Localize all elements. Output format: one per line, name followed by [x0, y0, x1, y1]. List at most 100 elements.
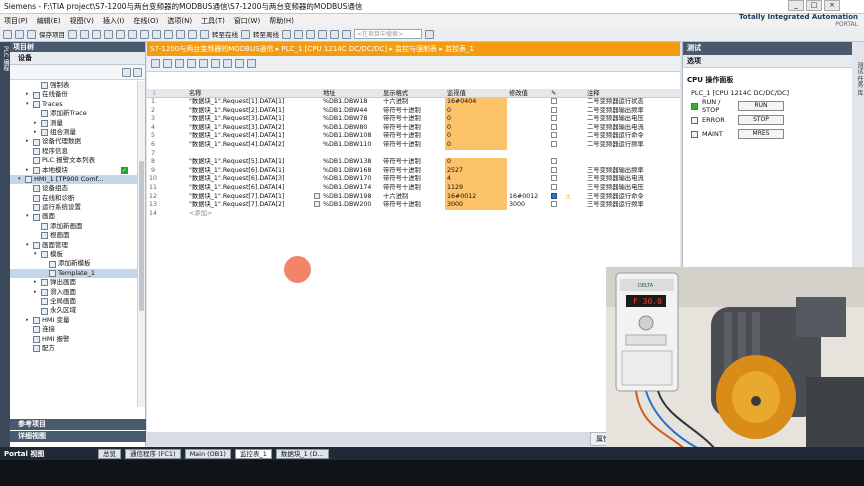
modify-checkbox[interactable] — [551, 98, 557, 104]
menu-item-7[interactable]: 窗口(W) — [234, 16, 260, 26]
run-button[interactable]: RUN — [738, 101, 784, 111]
cell-modify-flag[interactable] — [549, 183, 563, 193]
table-row[interactable]: 4 "数据块_1".Request[3].DATA[2] %DB1.DBW80 带符号… — [147, 123, 680, 133]
editor-task-button[interactable]: 总览 — [98, 448, 121, 459]
cell-tag-name[interactable]: "数据块_1".Request[6].DATA[3] — [187, 175, 312, 184]
menu-item-5[interactable]: 选项(N) — [167, 16, 192, 26]
cell-modify-value[interactable] — [507, 115, 549, 124]
cell-modify-flag[interactable] — [549, 175, 563, 184]
expand-arrow-icon[interactable]: ▸ — [26, 137, 31, 146]
cell-modify-flag[interactable] — [549, 140, 563, 150]
table-row[interactable]: 9 "数据块_1".Request[6].DATA[1] %DB1.DBW168 带符… — [147, 166, 680, 176]
cell-tag-name[interactable]: "数据块_1".Request[5].DATA[1] — [187, 158, 312, 167]
expand-arrow-icon[interactable]: ▾ — [18, 175, 23, 184]
tree-item[interactable]: ▾ HMI_1 [TP900 Comf... — [10, 174, 138, 185]
tree-item[interactable]: 配方 — [10, 344, 138, 353]
monitor-once-icon[interactable] — [223, 59, 232, 68]
table-row[interactable]: 8 "数据块_1".Request[5].DATA[1] %DB1.DBW138 带符… — [147, 158, 680, 167]
split-editor-icon[interactable] — [330, 29, 339, 39]
compile-icon[interactable] — [152, 29, 161, 39]
cross-reference-icon[interactable] — [318, 29, 327, 39]
table-row[interactable]: 7 — [147, 150, 680, 159]
menu-item-6[interactable]: 工具(T) — [201, 16, 225, 26]
modify-checkbox[interactable] — [551, 183, 557, 190]
tree-item[interactable]: ▸ 在线备份 — [10, 90, 138, 99]
tree-item[interactable]: 添加新画面 — [10, 222, 138, 231]
tree-item[interactable]: PLC 报警文本列表 — [10, 156, 138, 165]
copy-icon[interactable] — [92, 29, 101, 39]
modify-checkbox[interactable] — [551, 192, 557, 199]
download-icon[interactable] — [164, 29, 173, 39]
cell-tag-name[interactable]: "数据块_1".Request[1].DATA[1] — [187, 98, 312, 107]
tree-item[interactable]: 程序信息 — [10, 147, 138, 156]
cpu-panel-title[interactable]: CPU 操作面板 — [683, 74, 852, 87]
modify-checkbox[interactable] — [551, 201, 557, 208]
plc-programming-tab[interactable]: PLC 编程 — [2, 46, 9, 71]
cell-tag-name[interactable]: "数据块_1".Request[3].DATA[2] — [187, 124, 312, 133]
expand-arrow-icon[interactable]: ▾ — [26, 241, 31, 250]
tree-item[interactable]: 添加新Trace — [10, 109, 138, 118]
tree-item[interactable]: 永久区域 — [10, 306, 138, 315]
cell-modify-value[interactable] — [507, 167, 549, 176]
new-project-icon[interactable] — [3, 29, 12, 39]
simulate-icon[interactable] — [188, 29, 197, 39]
accessible-devices-icon[interactable] — [282, 29, 291, 39]
maximize-button[interactable]: □ — [806, 0, 822, 11]
cell-modify-flag[interactable] — [549, 115, 563, 124]
editor-task-button[interactable]: 监控表_1 — [234, 448, 272, 459]
print-icon[interactable] — [68, 29, 77, 39]
table-row[interactable]: 3 "数据块_1".Request[3].DATA[1] %DB1.DBW78 带符号… — [147, 115, 680, 124]
modify-checkbox[interactable] — [551, 158, 557, 165]
portal-view-button[interactable]: Portal 视图 — [4, 449, 94, 459]
menu-item-4[interactable]: 在线(O) — [133, 16, 158, 26]
cell-modify-flag[interactable] — [549, 166, 563, 176]
cell-tag-name[interactable]: "数据块_1".Request[7].DATA[2] — [187, 201, 312, 210]
tree-item[interactable]: 强制表 — [10, 81, 138, 90]
offline-icon[interactable] — [241, 29, 250, 39]
cell-modify-value[interactable] — [507, 141, 549, 150]
table-row[interactable]: 1 "数据块_1".Request[1].DATA[1] %DB1.DBW18 十六进… — [147, 98, 680, 107]
undo-icon[interactable] — [128, 29, 137, 39]
modify-checkbox[interactable] — [551, 123, 557, 130]
expand-arrow-icon[interactable]: ▾ — [26, 212, 31, 221]
cell-modify-value[interactable] — [507, 210, 549, 219]
table-row[interactable]: 5 "数据块_1".Request[4].DATA[1] %DB1.DBW108 带符… — [147, 132, 680, 141]
start-cpu-icon[interactable] — [294, 29, 303, 39]
cell-tag-name[interactable]: "数据块_1".Request[6].DATA[1] — [187, 167, 312, 176]
save-project-button[interactable]: 保存项目 — [39, 29, 65, 39]
reference-projects-bar[interactable]: 参考项目 — [10, 419, 146, 430]
cell-modify-flag[interactable] — [549, 150, 563, 159]
expand-arrow-icon[interactable]: ▾ — [34, 250, 39, 259]
cell-tag-name[interactable] — [187, 150, 312, 159]
paste-icon[interactable] — [104, 29, 113, 39]
cell-modify-value[interactable] — [507, 124, 549, 133]
modify-checkbox[interactable] — [551, 166, 557, 173]
tree-item[interactable]: ▸ HMI 变量 — [10, 316, 138, 325]
tree-item[interactable]: 全局画面 — [10, 297, 138, 306]
expand-arrow-icon[interactable]: ▸ — [26, 90, 31, 99]
modify-all-icon[interactable] — [247, 59, 256, 68]
cell-modify-flag[interactable] — [549, 106, 563, 116]
cell-modify-value[interactable] — [507, 150, 549, 159]
modify-checkbox[interactable] — [551, 106, 557, 113]
expand-arrow-icon[interactable]: ▸ — [26, 166, 31, 175]
cell-modify-value[interactable]: 3000 — [507, 201, 549, 210]
browse-button-icon[interactable] — [314, 192, 320, 199]
search-icon[interactable] — [425, 29, 434, 39]
tree-item[interactable]: ▸ 设备代理数据 — [10, 137, 138, 146]
tree-item[interactable]: ▾ Traces — [10, 100, 138, 109]
cell-tag-name[interactable]: "数据块_1".Request[3].DATA[1] — [187, 115, 312, 124]
cell-modify-flag[interactable] — [549, 123, 563, 133]
tree-item[interactable]: ▸ 本地模块 ✓ — [10, 166, 138, 175]
modify-checkbox[interactable] — [551, 175, 557, 182]
tree-item[interactable]: 连接 — [10, 325, 138, 334]
cell-modify-value[interactable] — [507, 132, 549, 141]
cell-tag-name[interactable]: "数据块_1".Request[4].DATA[1] — [187, 132, 312, 141]
go-online-button[interactable]: 转至在线 — [212, 29, 238, 39]
cell-modify-value[interactable]: 16#0012 — [507, 193, 549, 202]
show-columns-icon[interactable] — [211, 59, 220, 68]
tree-item[interactable]: ▸ 滑入画面 — [10, 288, 138, 297]
expand-arrow-icon[interactable]: ▸ — [34, 288, 39, 297]
cell-modify-flag[interactable] — [549, 158, 563, 167]
table-row[interactable]: 10 "数据块_1".Request[6].DATA[3] %DB1.DBW170 带… — [147, 175, 680, 184]
